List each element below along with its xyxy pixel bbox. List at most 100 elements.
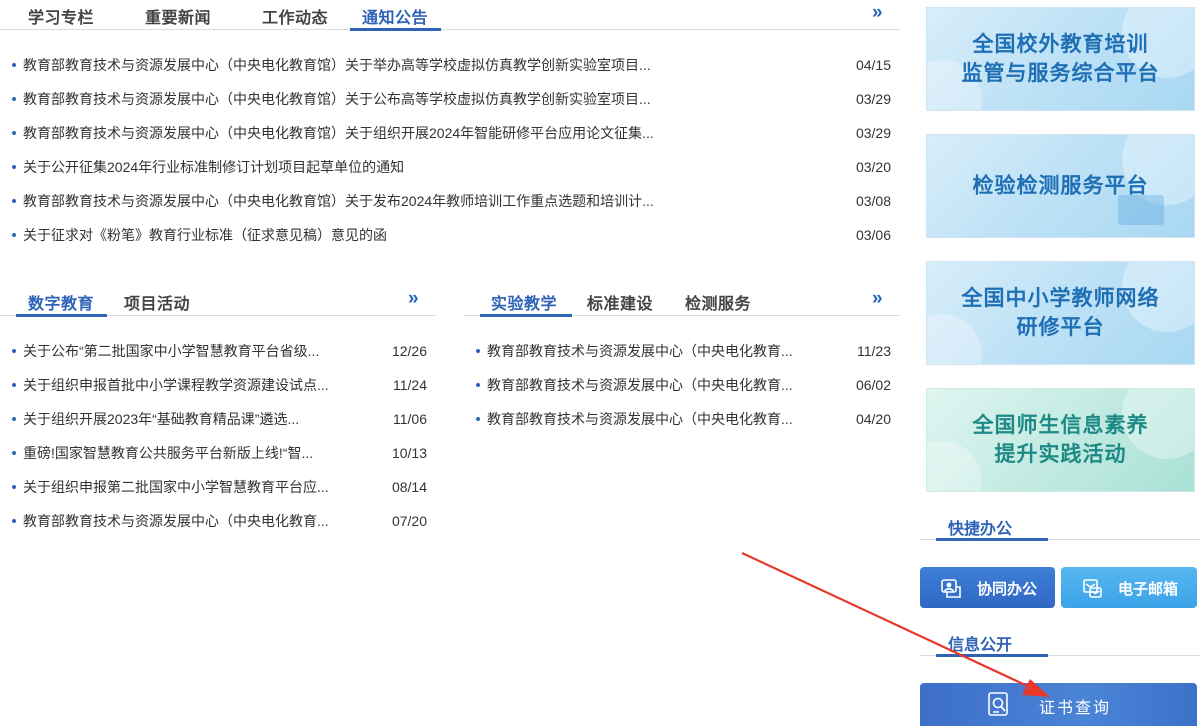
tab-study-column[interactable]: 学习专栏: [28, 4, 94, 28]
list-item-title[interactable]: 关于组织申报首批中小学课程教学资源建设试点...: [23, 368, 329, 402]
certificate-query-button[interactable]: 证书查询: [920, 683, 1197, 726]
list-item[interactable]: 教育部教育技术与资源发展中心（中央电化教育馆）关于举办高等学校虚拟仿真教学创新实…: [12, 48, 891, 82]
bullet-icon: [12, 165, 16, 169]
list-item[interactable]: 关于组织申报首批中小学课程教学资源建设试点... 11/24: [12, 368, 427, 402]
list-item-date: 03/08: [855, 193, 891, 209]
tab-standards[interactable]: 标准建设: [587, 290, 653, 314]
list-item-date: 03/06: [855, 227, 891, 243]
bullet-icon: [12, 199, 16, 203]
list-item[interactable]: 教育部教育技术与资源发展中心（中央电化教育... 04/20: [476, 402, 891, 436]
bullet-icon: [12, 383, 16, 387]
certificate-icon: [988, 692, 1008, 716]
list-item[interactable]: 关于征求对《粉笔》教育行业标准（征求意见稿）意见的函 03/06: [12, 218, 891, 252]
list-item-date: 03/29: [855, 125, 891, 141]
more-icon[interactable]: »: [872, 288, 882, 310]
list-item[interactable]: 教育部教育技术与资源发展中心（中央电化教育馆）关于组织开展2024年智能研修平台…: [12, 116, 891, 150]
bullet-icon: [476, 417, 480, 421]
bullet-icon: [12, 349, 16, 353]
list-item[interactable]: 关于公开征集2024年行业标准制修订计划项目起草单位的通知 03/20: [12, 150, 891, 184]
bullet-icon: [476, 349, 480, 353]
list-item-title[interactable]: 关于公开征集2024年行业标准制修订计划项目起草单位的通知: [23, 150, 404, 184]
list-item-date: 07/20: [391, 513, 427, 529]
list-item-date: 11/06: [393, 411, 427, 427]
banner-teacher-online-training[interactable]: 全国中小学教师网络 研修平台: [926, 261, 1195, 365]
tab-notices[interactable]: 通知公告: [362, 4, 428, 28]
list-item[interactable]: 教育部教育技术与资源发展中心（中央电化教育... 06/02: [476, 368, 891, 402]
list-item[interactable]: 教育部教育技术与资源发展中心（中央电化教育馆）关于发布2024年教师培训工作重点…: [12, 184, 891, 218]
list-item-date: 11/23: [857, 343, 891, 359]
list-item[interactable]: 重磅!国家智慧教育公共服务平台新版上线!“智... 10/13: [12, 436, 427, 470]
mail-icon: [1083, 579, 1102, 598]
banner-inspection-testing-platform[interactable]: 检验检测服务平台: [926, 134, 1195, 238]
more-icon[interactable]: »: [408, 288, 418, 310]
collab-office-icon: [941, 579, 961, 598]
active-tab-underline: [16, 314, 107, 317]
bullet-icon: [12, 417, 16, 421]
list-item-title[interactable]: 教育部教育技术与资源发展中心（中央电化教育...: [487, 368, 793, 402]
list-item[interactable]: 关于公布“第二批国家中小学智慧教育平台省级... 12/26: [12, 334, 427, 368]
bullet-icon: [12, 233, 16, 237]
button-label: 协同办公: [977, 581, 1038, 598]
email-button[interactable]: 电子邮箱: [1061, 567, 1197, 608]
bullet-icon: [12, 97, 16, 101]
section-title: 信息公开: [948, 637, 1013, 654]
info-public-header: 信息公开: [920, 626, 1200, 657]
list-item-date: 06/02: [855, 377, 891, 393]
list-item-title[interactable]: 重磅!国家智慧教育公共服务平台新版上线!“智...: [23, 436, 313, 470]
tab-digital-education[interactable]: 数字教育: [28, 290, 94, 314]
list-item-title[interactable]: 教育部教育技术与资源发展中心（中央电化教育...: [487, 334, 793, 368]
list-item-date: 04/20: [855, 411, 891, 427]
active-tab-underline: [480, 314, 572, 317]
tab-experimental-teaching[interactable]: 实验教学: [491, 290, 557, 314]
banner-title: 全国中小学教师网络 研修平台: [961, 287, 1160, 339]
list-item-title[interactable]: 教育部教育技术与资源发展中心（中央电化教育馆）关于举办高等学校虚拟仿真教学创新实…: [23, 48, 651, 82]
list-item-title[interactable]: 教育部教育技术与资源发展中心（中央电化教育馆）关于公布高等学校虚拟仿真教学创新实…: [23, 82, 651, 116]
tab-testing-services[interactable]: 检测服务: [685, 290, 751, 314]
list-item-title[interactable]: 关于征求对《粉笔》教育行业标准（征求意见稿）意见的函: [23, 218, 387, 252]
bullet-icon: [12, 519, 16, 523]
lab-tabbar: 实验教学 标准建设 检测服务 »: [464, 286, 900, 317]
tab-important-news[interactable]: 重要新闻: [145, 4, 211, 28]
collab-office-button[interactable]: 协同办公: [920, 567, 1055, 608]
bullet-icon: [12, 485, 16, 489]
digital-tabbar: 数字教育 项目活动 »: [0, 286, 436, 317]
list-item-date: 03/29: [855, 91, 891, 107]
button-label: 电子邮箱: [1118, 581, 1179, 598]
bullet-icon: [476, 383, 480, 387]
list-item-date: 04/15: [855, 57, 891, 73]
list-item-title[interactable]: 关于公布“第二批国家中小学智慧教育平台省级...: [23, 334, 319, 368]
list-item-title[interactable]: 教育部教育技术与资源发展中心（中央电化教育馆）关于发布2024年教师培训工作重点…: [23, 184, 654, 218]
list-item-title[interactable]: 教育部教育技术与资源发展中心（中央电化教育...: [23, 504, 329, 538]
quick-office-header: 快捷办公: [920, 510, 1200, 541]
bullet-icon: [12, 131, 16, 135]
banner-title: 全国校外教育培训 监管与服务综合平台: [961, 33, 1160, 85]
tab-work-updates[interactable]: 工作动态: [262, 4, 328, 28]
lab-list: 教育部教育技术与资源发展中心（中央电化教育... 11/23 教育部教育技术与资源…: [476, 334, 891, 436]
section-title: 快捷办公: [948, 521, 1013, 538]
list-item-title[interactable]: 教育部教育技术与资源发展中心（中央电化教育...: [487, 402, 793, 436]
list-item-title[interactable]: 关于组织开展2023年“基础教育精品课”遴选...: [23, 402, 299, 436]
active-tab-underline: [350, 28, 441, 31]
tab-project-activities[interactable]: 项目活动: [124, 290, 190, 314]
list-item-date: 10/13: [391, 445, 427, 461]
banner-offcampus-training-platform[interactable]: 全国校外教育培训 监管与服务综合平台: [926, 7, 1195, 111]
list-item-title[interactable]: 教育部教育技术与资源发展中心（中央电化教育馆）关于组织开展2024年智能研修平台…: [23, 116, 654, 150]
more-icon[interactable]: »: [872, 2, 882, 24]
banner-title: 检验检测服务平台: [972, 174, 1149, 198]
list-item[interactable]: 关于组织申报第二批国家中小学智慧教育平台应... 08/14: [12, 470, 427, 504]
list-item-title[interactable]: 关于组织申报第二批国家中小学智慧教育平台应...: [23, 470, 329, 504]
notice-list: 教育部教育技术与资源发展中心（中央电化教育馆）关于举办高等学校虚拟仿真教学创新实…: [12, 48, 891, 252]
list-item[interactable]: 教育部教育技术与资源发展中心（中央电化教育... 07/20: [12, 504, 427, 538]
bullet-icon: [12, 451, 16, 455]
list-item[interactable]: 教育部教育技术与资源发展中心（中央电化教育馆）关于公布高等学校虚拟仿真教学创新实…: [12, 82, 891, 116]
list-item-date: 11/24: [393, 377, 427, 393]
list-item[interactable]: 关于组织开展2023年“基础教育精品课”遴选... 11/06: [12, 402, 427, 436]
digital-list: 关于公布“第二批国家中小学智慧教育平台省级... 12/26 关于组织申报首批中小…: [12, 334, 427, 538]
list-item-date: 03/20: [855, 159, 891, 175]
banner-info-literacy-activity[interactable]: 全国师生信息素养 提升实践活动: [926, 388, 1195, 492]
list-item-date: 08/14: [391, 479, 427, 495]
notice-tabbar: 学习专栏 重要新闻 工作动态 通知公告 »: [0, 0, 900, 31]
banner-title: 全国师生信息素养 提升实践活动: [972, 414, 1149, 466]
list-item-date: 12/26: [391, 343, 427, 359]
list-item[interactable]: 教育部教育技术与资源发展中心（中央电化教育... 11/23: [476, 334, 891, 368]
